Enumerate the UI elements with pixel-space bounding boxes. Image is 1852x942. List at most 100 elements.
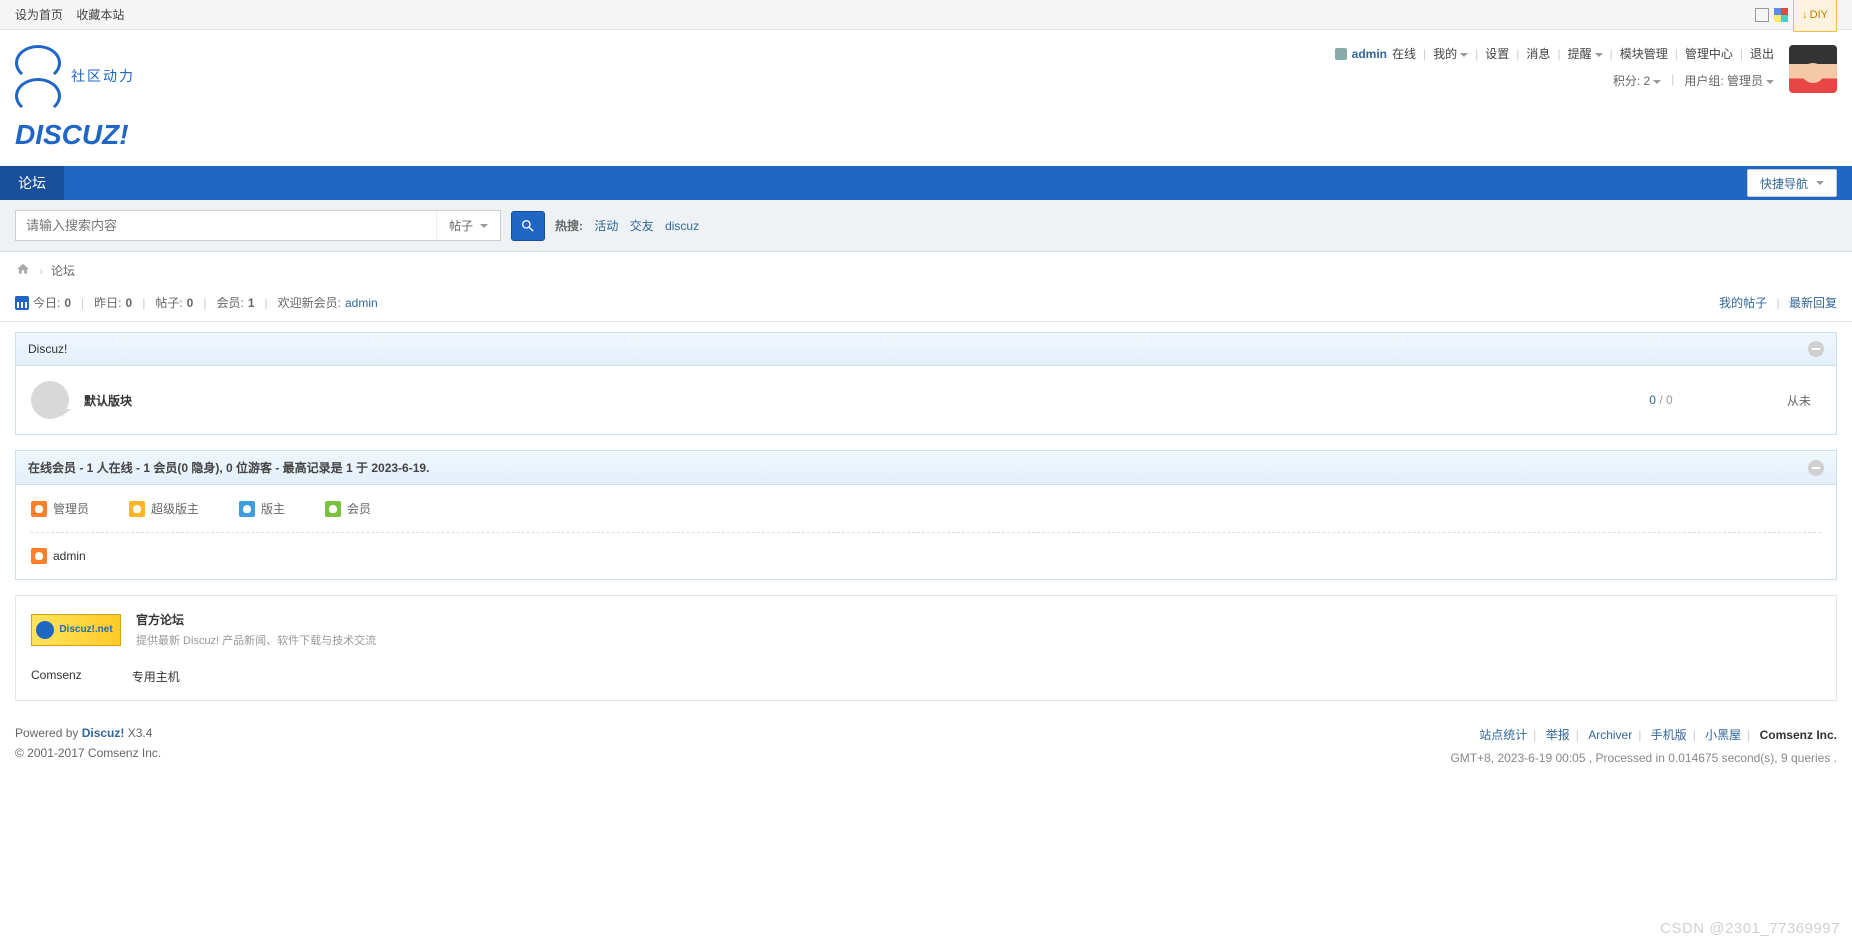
- latest-reply-link[interactable]: 最新回复: [1789, 296, 1837, 310]
- diy-button[interactable]: ↓DIY: [1793, 0, 1837, 32]
- collapse-button[interactable]: [1808, 341, 1824, 357]
- today-label: 今日:: [33, 294, 60, 311]
- theme-icon[interactable]: [1774, 8, 1788, 22]
- stats-icon[interactable]: [15, 296, 29, 310]
- discuz-link[interactable]: Discuz!: [82, 726, 125, 740]
- admin-badge-icon: [31, 548, 47, 564]
- members-label: 会员:: [216, 294, 243, 311]
- module-mgmt-link[interactable]: 模块管理: [1620, 45, 1668, 62]
- darkroom-link[interactable]: 小黑屋: [1705, 728, 1741, 742]
- points-label[interactable]: 积分: 2: [1613, 72, 1661, 89]
- my-posts-link[interactable]: 我的帖子: [1719, 296, 1767, 310]
- welcome-user-link[interactable]: admin: [345, 296, 378, 310]
- legend-admin: 管理员: [31, 500, 89, 517]
- legend-mod: 版主: [239, 500, 285, 517]
- expand-icon[interactable]: [1755, 8, 1769, 22]
- topbar-right: ↓DIY: [1755, 0, 1837, 29]
- footer-links: 站点统计| 举报| Archiver| 手机版| 小黑屋| Comsenz In…: [1450, 726, 1837, 743]
- footer: Powered by Discuz! X3.4 © 2001-2017 Coms…: [15, 726, 1837, 766]
- search-button[interactable]: [511, 211, 545, 241]
- posts-label: 帖子:: [155, 294, 182, 311]
- home-icon[interactable]: [15, 262, 31, 279]
- csdn-watermark: CSDN @2301_77369997: [1660, 920, 1840, 937]
- online-status: 在线: [1392, 45, 1416, 62]
- hot-search-item[interactable]: 活动: [594, 219, 618, 233]
- my-menu[interactable]: 我的: [1433, 45, 1468, 62]
- search-bar: 帖子 热搜: 活动 交友 discuz: [0, 200, 1852, 252]
- admin-badge-icon: [31, 501, 47, 517]
- powered-by-line: Powered by Discuz! X3.4: [15, 726, 161, 740]
- comsenz-inc-link[interactable]: Comsenz Inc.: [1760, 728, 1837, 742]
- logo[interactable]: 社区动力 DISCUZ!: [15, 45, 135, 151]
- archiver-link[interactable]: Archiver: [1588, 728, 1632, 742]
- alerts-menu[interactable]: 提醒: [1568, 45, 1603, 62]
- quick-nav-button[interactable]: 快捷导航: [1747, 169, 1837, 197]
- messages-link[interactable]: 消息: [1526, 45, 1550, 62]
- logout-link[interactable]: 退出: [1750, 45, 1774, 62]
- breadcrumb-current: 论坛: [51, 262, 75, 279]
- header-right: admin 在线 | 我的 | 设置 | 消息 | 提醒 | 模块管理 | 管理…: [1335, 45, 1774, 89]
- reply-count: 0: [1666, 393, 1673, 407]
- search-icon: [520, 218, 536, 234]
- super-badge-icon: [129, 501, 145, 517]
- member-badge-icon: [325, 501, 341, 517]
- hosting-link[interactable]: 专用主机: [132, 668, 180, 685]
- yesterday-value: 0: [126, 296, 133, 310]
- settings-link[interactable]: 设置: [1485, 45, 1509, 62]
- collapse-button[interactable]: [1808, 460, 1824, 476]
- hot-search-item[interactable]: 交友: [630, 219, 654, 233]
- nav-forum[interactable]: 论坛: [0, 166, 64, 200]
- online-box: 在线会员 - 1 人在线 - 1 会员(0 隐身), 0 位游客 - 最高记录是…: [15, 450, 1837, 580]
- search-input[interactable]: [16, 211, 436, 240]
- topbar: 设为首页 收藏本站 ↓DIY: [0, 0, 1852, 30]
- avatar[interactable]: [1789, 45, 1837, 93]
- link-info: 官方论坛 提供最新 Discuz! 产品新闻、软件下载与技术交流: [136, 611, 376, 648]
- footer-left: Powered by Discuz! X3.4 © 2001-2017 Coms…: [15, 726, 161, 766]
- mobile-link[interactable]: 手机版: [1651, 728, 1687, 742]
- category-header: Discuz!: [16, 333, 1836, 366]
- forum-stats: 0 / 0: [1601, 393, 1721, 407]
- favorite-link[interactable]: 收藏本站: [76, 8, 124, 22]
- site-stats-link[interactable]: 站点统计: [1479, 728, 1527, 742]
- chevron-down-icon: [480, 224, 488, 228]
- online-user-link[interactable]: admin: [53, 549, 86, 563]
- links-box: Discuz!.net 官方论坛 提供最新 Discuz! 产品新闻、软件下载与…: [15, 595, 1837, 701]
- breadcrumb-separator: ›: [39, 264, 43, 278]
- comsenz-link[interactable]: Comsenz: [31, 668, 82, 685]
- chevron-down-icon: [1653, 80, 1661, 84]
- usergroup-label[interactable]: 用户组: 管理员: [1684, 72, 1774, 89]
- logo-subtitle: 社区动力: [71, 66, 135, 86]
- report-link[interactable]: 举报: [1546, 728, 1570, 742]
- official-banner[interactable]: Discuz!.net: [31, 614, 121, 646]
- members-value: 1: [248, 296, 255, 310]
- stats-row: 今日: 0 | 昨日: 0 | 帖子: 0 | 会员: 1 | 欢迎新会员: a…: [0, 289, 1852, 322]
- user-icon: [1335, 48, 1347, 60]
- main-nav: 论坛 快捷导航: [0, 166, 1852, 200]
- hot-search-item[interactable]: discuz: [665, 219, 699, 233]
- chevron-down-icon: [1460, 53, 1468, 57]
- search-type-selector[interactable]: 帖子: [436, 211, 500, 240]
- user-stats-row: 积分: 2 | 用户组: 管理员: [1335, 72, 1774, 89]
- yesterday-label: 昨日:: [94, 294, 121, 311]
- admin-center-link[interactable]: 管理中心: [1685, 45, 1733, 62]
- today-value: 0: [64, 296, 71, 310]
- hot-search: 热搜: 活动 交友 discuz: [555, 217, 699, 234]
- forum-category: Discuz! 默认版块 0 / 0 从未: [15, 332, 1837, 435]
- online-body: 管理员 超级版主 版主 会员 admin: [16, 485, 1836, 579]
- gmt-info: GMT+8, 2023-6-19 00:05 , Processed in 0.…: [1450, 751, 1837, 765]
- text-links-row: Comsenz 专用主机: [31, 660, 1821, 685]
- link-title[interactable]: 官方论坛: [136, 611, 376, 628]
- category-title[interactable]: Discuz!: [28, 342, 67, 356]
- stats-right: 我的帖子 | 最新回复: [1719, 294, 1837, 311]
- mod-badge-icon: [239, 501, 255, 517]
- set-home-link[interactable]: 设为首页: [15, 8, 63, 22]
- footer-right: 站点统计| 举报| Archiver| 手机版| 小黑屋| Comsenz In…: [1450, 726, 1837, 766]
- forum-last-post: 从未: [1721, 392, 1821, 409]
- forum-name-link[interactable]: 默认版块: [84, 392, 1601, 409]
- user-info-row: admin 在线 | 我的 | 设置 | 消息 | 提醒 | 模块管理 | 管理…: [1335, 45, 1774, 62]
- hot-search-label: 热搜:: [555, 219, 583, 233]
- stats-left: 今日: 0 | 昨日: 0 | 帖子: 0 | 会员: 1 | 欢迎新会员: a…: [15, 294, 378, 311]
- username-link[interactable]: admin: [1352, 47, 1387, 61]
- welcome-label: 欢迎新会员:: [278, 294, 341, 311]
- forum-icon: [31, 381, 69, 419]
